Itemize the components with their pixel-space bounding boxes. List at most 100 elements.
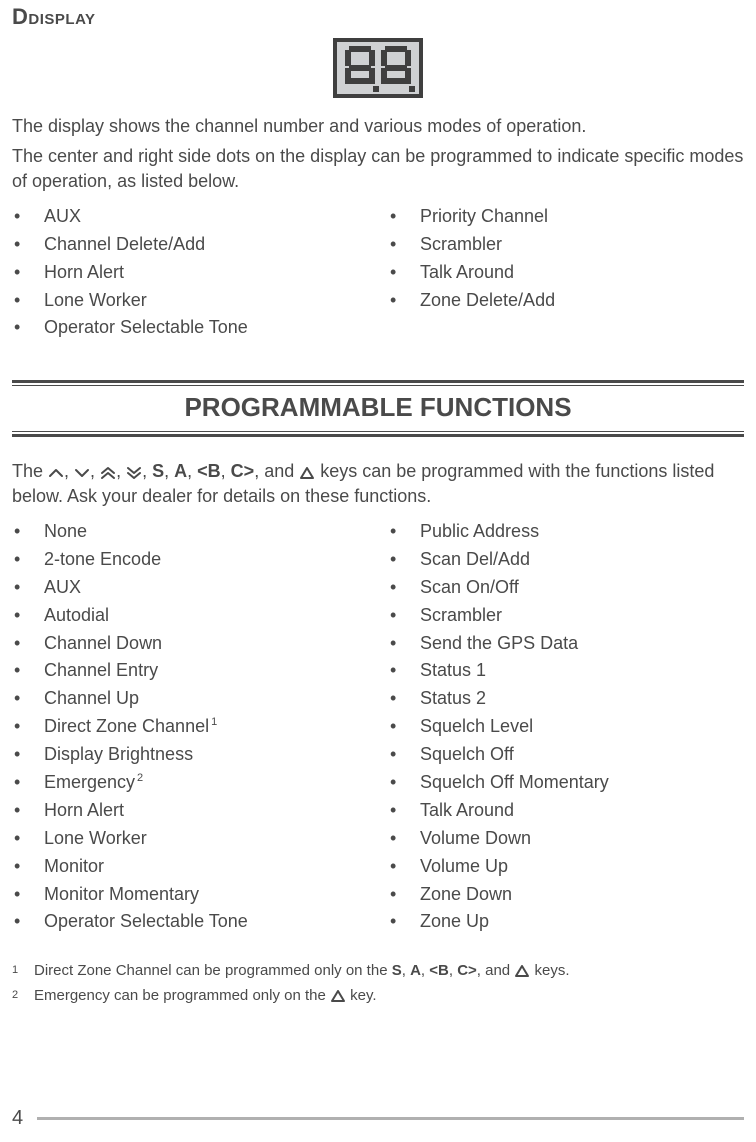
list-item: •Operator Selectable Tone (12, 314, 368, 342)
list-item-label: Status 2 (420, 688, 486, 708)
bullet-icon: • (388, 287, 420, 315)
bullet-icon: • (388, 741, 420, 769)
bullet-icon: • (12, 908, 44, 936)
list-item-label: Monitor (44, 856, 104, 876)
page-footer: 4 (12, 1107, 744, 1130)
chevron-up-icon (48, 466, 64, 480)
lcd-digit-2 (381, 46, 411, 90)
list-item-label: Monitor Momentary (44, 884, 199, 904)
bullet-icon: • (388, 203, 420, 231)
list-item: •Horn Alert (12, 797, 368, 825)
list-item-label: Operator Selectable Tone (44, 911, 248, 931)
list-item-label: Direct Zone Channel (44, 716, 209, 736)
lcd-digit-1 (345, 46, 375, 90)
list-item-label: Volume Down (420, 828, 531, 848)
key-label: <B (197, 461, 221, 481)
list-item-label: Display Brightness (44, 744, 193, 764)
list-item-label: Zone Down (420, 884, 512, 904)
list-item-label: Squelch Off Momentary (420, 772, 609, 792)
triangle-up-icon (330, 989, 346, 1003)
bullet-icon: • (12, 741, 44, 769)
list-item-label: None (44, 521, 87, 541)
footnotes: 1Direct Zone Channel can be programmed o… (12, 960, 744, 1007)
list-item-label: Send the GPS Data (420, 633, 578, 653)
list-item-label: Channel Entry (44, 660, 158, 680)
list-item: •Squelch Level (388, 713, 744, 741)
bullet-icon: • (12, 203, 44, 231)
bullet-icon: • (388, 825, 420, 853)
bullet-icon: • (388, 574, 420, 602)
footnote: 2Emergency can be programmed only on the… (12, 985, 744, 1008)
bullet-icon: • (12, 685, 44, 713)
list-item-label: Channel Down (44, 633, 162, 653)
list-item-label: Squelch Level (420, 716, 533, 736)
list-item: •Squelch Off Momentary (388, 769, 744, 797)
bullet-icon: • (388, 231, 420, 259)
lcd-display (12, 36, 744, 108)
list-item-label: Zone Delete/Add (420, 287, 555, 315)
bullet-icon: • (12, 259, 44, 287)
list-item: •Volume Down (388, 825, 744, 853)
bullet-icon: • (388, 881, 420, 909)
list-item: •Scan Del/Add (388, 546, 744, 574)
list-item: •Display Brightness (12, 741, 368, 769)
list-item: •Channel Down (12, 630, 368, 658)
list-item: •Direct Zone Channel1 (12, 713, 368, 741)
key-label: A (410, 962, 421, 979)
bullet-icon: • (12, 825, 44, 853)
double-chevron-up-icon (100, 466, 116, 480)
list-item-label: Horn Alert (44, 259, 124, 287)
bullet-icon: • (12, 713, 44, 741)
programmable-functions-list: •None•2-tone Encode•AUX•Autodial•Channel… (12, 514, 744, 946)
display-para-2: The center and right side dots on the di… (12, 144, 744, 193)
list-item-label: Channel Up (44, 688, 139, 708)
list-item: •Channel Delete/Add (12, 231, 368, 259)
key-label: S (152, 461, 164, 481)
list-item-label: Squelch Off (420, 744, 514, 764)
list-item: •Scan On/Off (388, 574, 744, 602)
list-item: •Channel Entry (12, 657, 368, 685)
list-item-label: Public Address (420, 521, 539, 541)
display-section-title: DDisplay (12, 4, 744, 30)
list-item: •2-tone Encode (12, 546, 368, 574)
double-chevron-down-icon (126, 466, 142, 480)
list-item-label: Scan On/Off (420, 577, 519, 597)
bullet-icon: • (388, 630, 420, 658)
bullet-icon: • (12, 287, 44, 315)
bullet-icon: • (388, 546, 420, 574)
list-item-label: Lone Worker (44, 828, 147, 848)
bullet-icon: • (12, 657, 44, 685)
list-item: •AUX (12, 203, 368, 231)
list-item: •Monitor Momentary (12, 881, 368, 909)
footnote: 1Direct Zone Channel can be programmed o… (12, 960, 744, 983)
list-item-label: Scan Del/Add (420, 549, 530, 569)
list-item-label: Operator Selectable Tone (44, 314, 248, 342)
list-item: •Scrambler (388, 231, 744, 259)
list-item-label: Volume Up (420, 856, 508, 876)
list-item: •Talk Around (388, 797, 744, 825)
list-item-label: Zone Up (420, 911, 489, 931)
list-item: •Autodial (12, 602, 368, 630)
bullet-icon: • (388, 797, 420, 825)
list-item: •Zone Up (388, 908, 744, 936)
key-label: <B (429, 962, 449, 979)
bullet-icon: • (388, 853, 420, 881)
footnote-ref: 1 (211, 716, 217, 728)
list-item: •Public Address (388, 518, 744, 546)
key-label: C> (457, 962, 477, 979)
list-item-label: AUX (44, 577, 81, 597)
bullet-icon: • (388, 769, 420, 797)
list-item-label: Scrambler (420, 605, 502, 625)
list-item: •Priority Channel (388, 203, 744, 231)
list-item: •Squelch Off (388, 741, 744, 769)
bullet-icon: • (12, 853, 44, 881)
bullet-icon: • (388, 685, 420, 713)
bullet-icon: • (388, 602, 420, 630)
list-item: •Zone Delete/Add (388, 287, 744, 315)
display-modes-list: •AUX•Channel Delete/Add•Horn Alert•Lone … (12, 199, 744, 352)
bullet-icon: • (12, 630, 44, 658)
key-label: S (392, 962, 402, 979)
footnote-text: Emergency can be programmed only on the … (34, 985, 377, 1008)
list-item: •Operator Selectable Tone (12, 908, 368, 936)
display-para-1: The display shows the channel number and… (12, 114, 744, 138)
